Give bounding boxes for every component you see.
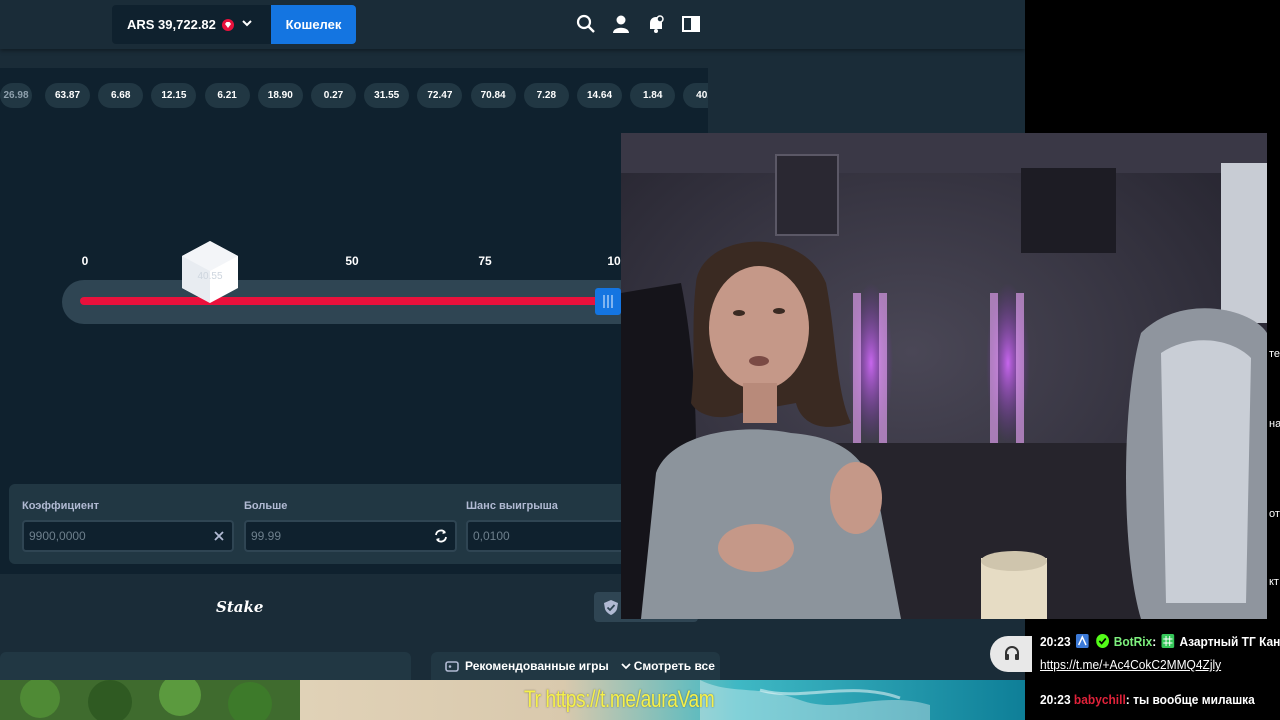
scale-label: 0 [81,254,89,268]
chat-text: Азартный ТГ Канал [1179,634,1280,649]
win-chance-label: Шанс выигрыша [466,500,558,512]
webcam-overlay [621,133,1267,619]
wallet-button[interactable]: Кошелек [271,5,356,44]
search-icon[interactable] [576,14,596,34]
chat-time: 20:23 [1040,634,1071,649]
see-all-link[interactable]: Смотреть все [621,659,715,673]
webcam-image [621,133,1267,619]
scale-label: 50 [345,254,359,268]
bet-controls: Коэффициент 9900,0000 Больше 99.99 Шанс … [9,484,649,564]
history-chip[interactable]: 31.55 [364,83,410,108]
history-chip[interactable]: 6.21 [204,83,250,108]
kick-badge-icon [1075,634,1089,648]
win-chance-value: 0,0100 [473,529,510,543]
multiplier-input[interactable]: 9900,0000 [22,520,234,552]
scale-label: 10 [607,254,621,268]
support-button[interactable] [990,636,1032,672]
bell-icon[interactable] [646,14,666,34]
chevron-down-icon [621,663,631,670]
swap-icon[interactable] [433,528,449,544]
multiplier-label: Коэффициент [22,500,100,512]
shield-check-icon [604,600,618,615]
headset-icon [1005,646,1019,660]
beach-banner-image [0,680,1025,720]
clear-icon[interactable] [212,529,226,543]
bottom-card [0,652,411,680]
slider-track[interactable] [80,297,600,305]
roll-over-input[interactable]: 99.99 [244,520,457,552]
balance-amount: ARS 39,722.82 [127,17,216,32]
recommended-games-header: Рекомендованные игры Смотреть все [431,652,720,680]
history-chip[interactable]: 70.84 [470,83,516,108]
currency-gem-icon [221,18,234,31]
dice-game-panel: 26.98 63.87 6.68 12.15 6.21 18.90 0.27 31.55 72.… [0,68,708,574]
dice-value: 40.55 [197,271,222,282]
chat-fragment: кт [1269,576,1279,588]
history-chip[interactable]: 40.1 [683,83,708,108]
chat-fragment: те [1269,348,1280,360]
history-chip[interactable]: 26.98 [0,83,32,108]
history-chip[interactable]: 12.15 [151,83,197,108]
chat-cropped-text: те на от кт [1268,340,1280,600]
stake-logo: Stake [216,598,264,616]
chat-fragment: от [1269,508,1280,520]
chat-text: ты вообще милашка [1133,692,1255,707]
top-bar: ARS 39,722.82 Кошелек [0,0,1025,49]
stream-banner [0,680,1025,720]
chat-username[interactable]: babychill [1074,692,1126,707]
history-chip[interactable]: 0.27 [311,83,356,108]
history-chip[interactable]: 6.68 [98,83,144,108]
recommended-games-title: Рекомендованные игры [465,659,609,673]
sidebar-toggle-icon[interactable] [681,14,701,34]
history-chip[interactable]: 14.64 [577,83,622,108]
history-chip[interactable]: 1.84 [630,83,676,108]
chat-link[interactable]: https://t.me/+Ac4CokC2MMQ4Zjly [1040,657,1221,672]
history-chip[interactable]: 18.90 [257,83,303,108]
scale-label: 75 [478,254,492,268]
chat-message: 20:23 BotRix: Азартный ТГ Канал [1040,634,1280,649]
roll-history: 26.98 63.87 6.68 12.15 6.21 18.90 0.27 31.55 72.… [0,68,708,124]
grid-emoji-icon [1161,634,1175,648]
verified-badge-icon [1095,634,1109,648]
multiplier-value: 9900,0000 [29,529,86,543]
dice-result-icon: 40.55 [182,241,238,303]
chat-fragment: на [1269,418,1280,430]
balance-selector[interactable]: ARS 39,722.82 [112,5,271,44]
history-chip[interactable]: 7.28 [523,83,569,108]
chat-message: 20:23 babychill: ты вообще милашка [1040,692,1255,707]
banner-link-text[interactable]: Tr https://t.me/auraVam [524,686,715,714]
slider-handle[interactable] [595,288,621,315]
roll-over-label: Больше [244,500,288,512]
chat-username[interactable]: BotRix [1114,634,1153,649]
history-chip[interactable]: 72.47 [417,83,463,108]
roll-over-value: 99.99 [251,529,282,543]
user-icon[interactable] [611,14,631,34]
game-icon [445,661,459,672]
history-chip[interactable]: 63.87 [45,83,90,108]
chevron-down-icon [242,20,252,27]
see-all-label: Смотреть все [633,659,715,673]
chat-time: 20:23 [1040,692,1071,707]
